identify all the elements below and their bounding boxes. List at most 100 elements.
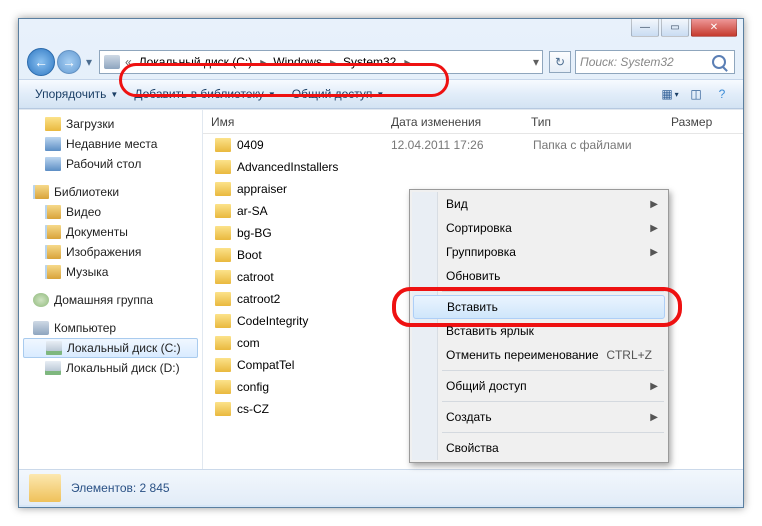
column-date[interactable]: Дата изменения xyxy=(383,115,523,129)
help-button[interactable]: ? xyxy=(709,83,735,105)
submenu-arrow-icon: ▶ xyxy=(650,199,658,210)
sidebar-recent[interactable]: Недавние места xyxy=(19,134,202,154)
library-icon xyxy=(45,225,61,239)
address-bar[interactable]: « Локальный диск (C:) ▸ Windows ▸ System… xyxy=(99,50,543,74)
sidebar-desktop[interactable]: Рабочий стол xyxy=(19,154,202,174)
file-row[interactable]: 0409 12.04.2011 17:26 Папка с файлами xyxy=(203,134,743,156)
folder-icon xyxy=(215,336,231,350)
refresh-button[interactable]: ↻ xyxy=(549,51,571,73)
sidebar-drive-d[interactable]: Локальный диск (D:) xyxy=(19,358,202,378)
window-frame: — ▭ ✕ ← → ▾ « Локальный диск (C:) ▸ Wind… xyxy=(18,18,744,508)
computer-icon xyxy=(104,55,120,69)
ctx-sort[interactable]: Сортировка▶ xyxy=(412,216,666,240)
breadcrumb-system32[interactable]: System32 xyxy=(339,51,401,73)
preview-pane-button[interactable]: ◫ xyxy=(683,83,709,105)
submenu-arrow-icon: ▶ xyxy=(650,381,658,392)
computer-icon xyxy=(33,321,49,335)
ctx-paste[interactable]: Вставить xyxy=(413,295,665,319)
search-placeholder: Поиск: System32 xyxy=(580,55,674,69)
folder-icon xyxy=(215,204,231,218)
folder-icon xyxy=(215,358,231,372)
column-size[interactable]: Размер xyxy=(663,115,743,129)
folder-icon xyxy=(215,160,231,174)
file-type: Папка с файлами xyxy=(533,138,632,152)
breadcrumb-c[interactable]: Локальный диск (C:) xyxy=(135,51,258,73)
library-icon xyxy=(45,265,61,279)
submenu-arrow-icon: ▶ xyxy=(650,223,658,234)
folder-icon xyxy=(215,138,231,152)
ctx-share[interactable]: Общий доступ▶ xyxy=(412,374,666,398)
chevron-right-icon[interactable]: ▸ xyxy=(257,55,269,69)
ctx-paste-shortcut[interactable]: Вставить ярлык xyxy=(412,319,666,343)
ctx-undo-rename[interactable]: Отменить переименованиеCTRL+Z xyxy=(412,343,666,367)
ctx-refresh[interactable]: Обновить xyxy=(412,264,666,288)
sidebar-homegroup[interactable]: Домашняя группа xyxy=(19,290,202,310)
sidebar-music[interactable]: Музыка xyxy=(19,262,202,282)
folder-icon xyxy=(215,226,231,240)
file-date: 12.04.2011 17:26 xyxy=(391,138,484,152)
file-name: bg-BG xyxy=(237,226,272,240)
folder-large-icon xyxy=(29,474,61,502)
folder-icon xyxy=(215,270,231,284)
address-dropdown-icon[interactable]: ▾ xyxy=(530,55,542,69)
desktop-icon xyxy=(45,157,61,171)
file-name: cs-CZ xyxy=(237,402,269,416)
sidebar-videos[interactable]: Видео xyxy=(19,202,202,222)
status-bar: Элементов: 2 845 xyxy=(19,469,743,505)
folder-icon xyxy=(215,314,231,328)
column-name[interactable]: Имя xyxy=(203,115,383,129)
nav-history-dropdown[interactable]: ▾ xyxy=(83,51,95,73)
ctx-view[interactable]: Вид▶ xyxy=(412,192,666,216)
context-separator xyxy=(442,401,664,402)
search-icon xyxy=(712,55,726,69)
file-name: AdvancedInstallers xyxy=(237,160,338,174)
nav-back-button[interactable]: ← xyxy=(27,48,55,76)
library-icon xyxy=(45,205,61,219)
breadcrumb-windows[interactable]: Windows xyxy=(269,51,327,73)
sidebar-downloads[interactable]: Загрузки xyxy=(19,114,202,134)
search-input[interactable]: Поиск: System32 xyxy=(575,50,735,74)
file-name: 0409 xyxy=(237,138,264,152)
chevron-right-icon[interactable]: ▸ xyxy=(327,55,339,69)
navigation-bar: ← → ▾ « Локальный диск (C:) ▸ Windows ▸ … xyxy=(19,45,743,79)
sidebar-pictures[interactable]: Изображения xyxy=(19,242,202,262)
nav-forward-button[interactable]: → xyxy=(57,50,81,74)
context-separator xyxy=(442,291,664,292)
sidebar-computer[interactable]: Компьютер xyxy=(19,318,202,338)
shortcut-label: CTRL+Z xyxy=(606,348,652,362)
navigation-sidebar: Загрузки Недавние места Рабочий стол Биб… xyxy=(19,110,203,469)
status-item-count: Элементов: 2 845 xyxy=(71,481,170,495)
sidebar-documents[interactable]: Документы xyxy=(19,222,202,242)
breadcrumb-overflow[interactable]: « xyxy=(122,55,135,69)
share-menu[interactable]: Общий доступ▼ xyxy=(284,80,393,108)
folder-icon xyxy=(215,402,231,416)
file-row[interactable]: AdvancedInstallers xyxy=(203,156,743,178)
chevron-right-icon[interactable]: ▸ xyxy=(401,55,413,69)
column-type[interactable]: Тип xyxy=(523,115,663,129)
drive-icon xyxy=(46,341,62,355)
add-to-library-menu[interactable]: Добавить в библиотеку▼ xyxy=(126,80,283,108)
folder-icon xyxy=(215,292,231,306)
file-name: config xyxy=(237,380,269,394)
file-name: Boot xyxy=(237,248,262,262)
close-button[interactable]: ✕ xyxy=(691,19,737,37)
sidebar-drive-c[interactable]: Локальный диск (C:) xyxy=(23,338,198,358)
ctx-new[interactable]: Создать▶ xyxy=(412,405,666,429)
maximize-button[interactable]: ▭ xyxy=(661,19,689,37)
drive-icon xyxy=(45,361,61,375)
titlebar: — ▭ ✕ xyxy=(19,19,743,45)
libraries-icon xyxy=(33,185,49,199)
command-toolbar: Упорядочить▼ Добавить в библиотеку▼ Общи… xyxy=(19,79,743,109)
view-options-button[interactable]: ▦▾ xyxy=(657,83,683,105)
context-separator xyxy=(442,432,664,433)
column-headers: Имя Дата изменения Тип Размер xyxy=(203,110,743,134)
sidebar-libraries-header[interactable]: Библиотеки xyxy=(19,182,202,202)
minimize-button[interactable]: — xyxy=(631,19,659,37)
file-name: appraiser xyxy=(237,182,287,196)
context-menu: Вид▶ Сортировка▶ Группировка▶ Обновить В… xyxy=(409,189,669,463)
ctx-group[interactable]: Группировка▶ xyxy=(412,240,666,264)
folder-icon xyxy=(215,380,231,394)
organize-menu[interactable]: Упорядочить▼ xyxy=(27,80,126,108)
recent-icon xyxy=(45,137,61,151)
ctx-properties[interactable]: Свойства xyxy=(412,436,666,460)
